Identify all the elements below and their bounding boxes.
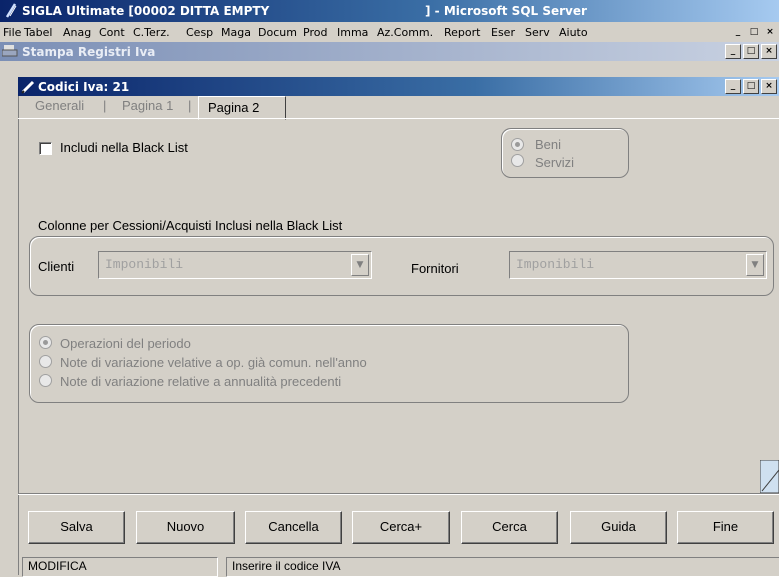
- fornitori-select[interactable]: Imponibili ▼: [509, 251, 767, 279]
- resize-grip-icon[interactable]: [760, 460, 779, 493]
- servizi-radio[interactable]: [511, 154, 524, 167]
- cerca-button[interactable]: Cerca: [461, 511, 558, 544]
- window-title-server: ] - Microsoft SQL Server: [425, 4, 587, 18]
- tab-strip-line: [18, 118, 779, 119]
- mdi-restore-icon[interactable]: □: [743, 44, 759, 59]
- menu-file[interactable]: File: [3, 26, 21, 39]
- cerca-plus-button[interactable]: Cerca+: [352, 511, 450, 544]
- menu-eser[interactable]: Eser: [491, 26, 515, 39]
- fornitori-select-value: Imponibili: [516, 257, 595, 272]
- status-message: Inserire il codice IVA: [232, 559, 341, 573]
- clienti-label: Clienti: [38, 259, 75, 274]
- app-logo-icon: [5, 3, 17, 18]
- mdi-parent-frame: [0, 61, 19, 575]
- child-window-title: Codici Iva: 21: [38, 80, 130, 94]
- note-variazione-precedenti-radio[interactable]: [39, 374, 52, 387]
- menu-maga[interactable]: Maga: [221, 26, 251, 39]
- tab-separator: |: [103, 98, 107, 113]
- child-close-icon[interactable]: ×: [761, 79, 777, 94]
- blacklist-label: Includi nella Black List: [60, 140, 188, 155]
- clienti-select-value: Imponibili: [105, 257, 184, 272]
- menu-serv[interactable]: Serv: [525, 26, 550, 39]
- chevron-down-icon[interactable]: ▼: [351, 254, 369, 276]
- app-restore-icon[interactable]: □: [747, 26, 761, 39]
- menu-tabel[interactable]: Tabel: [24, 26, 52, 39]
- tab-pagina-2[interactable]: Pagina 2: [198, 96, 286, 120]
- servizi-label: Servizi: [535, 155, 575, 170]
- mdi-window-controls: _ □ ×: [725, 44, 777, 59]
- child-restore-icon[interactable]: □: [743, 79, 759, 94]
- chevron-down-icon[interactable]: ▼: [746, 254, 764, 276]
- operazioni-periodo-label: Operazioni del periodo: [60, 336, 191, 351]
- edit-pencil-icon: [21, 80, 35, 94]
- menu-report[interactable]: Report: [444, 26, 480, 39]
- menu-bar: File Tabel Anag Cont C.Terz. Cesp Maga D…: [0, 22, 779, 42]
- clienti-select[interactable]: Imponibili ▼: [98, 251, 372, 279]
- beni-servizi-group: [501, 128, 629, 178]
- mdi-close-icon[interactable]: ×: [761, 44, 777, 59]
- beni-radio[interactable]: [511, 138, 524, 151]
- cancella-button[interactable]: Cancella: [245, 511, 342, 544]
- colonne-group-title: Colonne per Cessioni/Acquisti Inclusi ne…: [38, 218, 343, 233]
- status-message-panel: Inserire il codice IVA: [226, 557, 779, 577]
- mdi-parent-title-bar: Stampa Registri Iva _ □ ×: [0, 42, 779, 61]
- menu-docum[interactable]: Docum: [258, 26, 297, 39]
- mdi-parent-title: Stampa Registri Iva: [22, 45, 156, 59]
- tab-separator: |: [188, 98, 192, 113]
- child-title-bar: Codici Iva: 21 _ □ ×: [18, 77, 779, 96]
- blacklist-checkbox[interactable]: [39, 142, 52, 155]
- fine-button[interactable]: Fine: [677, 511, 774, 544]
- menu-anag[interactable]: Anag: [63, 26, 91, 39]
- nuovo-button[interactable]: Nuovo: [136, 511, 235, 544]
- note-variazione-precedenti-label: Note di variazione relative a annualità …: [60, 374, 342, 389]
- guida-button[interactable]: Guida: [570, 511, 667, 544]
- app-window-controls: _ □ ×: [731, 26, 777, 39]
- main-title-bar: SIGLA Ultimate [00002 DITTA EMPTY ] - Mi…: [0, 0, 779, 22]
- menu-azcomm[interactable]: Az.Comm.: [377, 26, 433, 39]
- menu-cont[interactable]: Cont: [99, 26, 125, 39]
- operazioni-periodo-radio[interactable]: [39, 336, 52, 349]
- note-variazione-anno-label: Note di variazione velative a op. già co…: [60, 355, 367, 370]
- salva-button[interactable]: Salva: [28, 511, 125, 544]
- menu-aiuto[interactable]: Aiuto: [559, 26, 588, 39]
- status-mode: MODIFICA: [28, 559, 87, 573]
- tab-pagina-1[interactable]: Pagina 1: [122, 98, 173, 113]
- child-minimize-icon[interactable]: _: [725, 79, 741, 94]
- button-bar-divider-highlight: [18, 494, 779, 495]
- menu-prod[interactable]: Prod: [303, 26, 327, 39]
- app-close-icon[interactable]: ×: [763, 26, 777, 39]
- app-minimize-icon[interactable]: _: [731, 26, 745, 39]
- menu-cesp[interactable]: Cesp: [186, 26, 213, 39]
- menu-cterz[interactable]: C.Terz.: [133, 26, 170, 39]
- tab-pagina-2-label: Pagina 2: [208, 100, 260, 115]
- beni-label: Beni: [535, 137, 562, 152]
- printer-icon: [2, 45, 18, 57]
- mdi-minimize-icon[interactable]: _: [725, 44, 741, 59]
- tab-generali[interactable]: Generali: [35, 98, 84, 113]
- window-title: SIGLA Ultimate [00002 DITTA EMPTY: [22, 4, 270, 18]
- menu-imma[interactable]: Imma: [337, 26, 368, 39]
- mdi-parent-area: [18, 61, 779, 77]
- child-window-controls: _ □ ×: [725, 79, 777, 94]
- fornitori-label: Fornitori: [411, 261, 459, 276]
- note-variazione-anno-radio[interactable]: [39, 355, 52, 368]
- status-mode-panel: MODIFICA: [22, 557, 218, 577]
